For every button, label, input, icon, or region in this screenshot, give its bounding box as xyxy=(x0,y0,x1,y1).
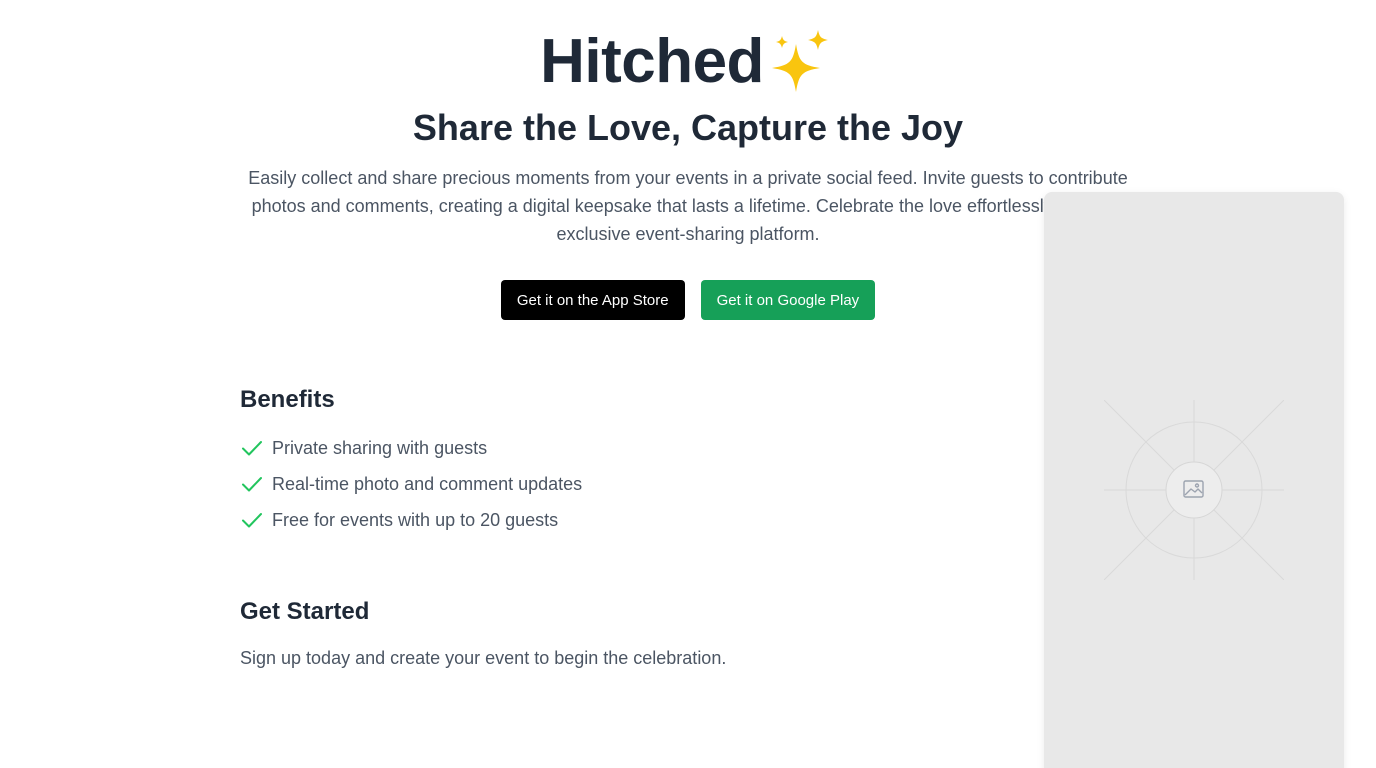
benefit-label: Free for events with up to 20 guests xyxy=(272,509,559,530)
image-placeholder-icon xyxy=(1104,400,1284,580)
sparkles-icon xyxy=(771,30,828,92)
check-icon xyxy=(242,513,262,528)
hero-description: Easily collect and share precious moment… xyxy=(248,168,1128,244)
get-started-text: Sign up today and create your event to b… xyxy=(240,648,727,668)
list-item: Private sharing with guests xyxy=(240,430,582,466)
benefit-label: Private sharing with guests xyxy=(272,437,488,458)
check-icon xyxy=(242,477,262,492)
get-started-heading: Get Started xyxy=(240,598,370,625)
brand-title: Hitched xyxy=(0,26,1376,98)
app-preview-placeholder xyxy=(1044,192,1344,768)
benefit-label: Real-time photo and comment updates xyxy=(272,473,583,494)
list-item: Real-time photo and comment updates xyxy=(240,466,582,502)
landing-page: Hitched Share the Love, Capture the Joy … xyxy=(0,0,1376,768)
check-icon xyxy=(242,441,262,456)
app-store-button[interactable]: Get it on the App Store xyxy=(500,280,685,320)
google-play-button[interactable]: Get it on Google Play xyxy=(700,280,876,320)
brand-name: Hitched xyxy=(540,27,764,96)
benefits-list: Private sharing with guests Real-time ph… xyxy=(240,430,582,538)
list-item: Free for events with up to 20 guests xyxy=(240,502,582,538)
benefits-heading: Benefits xyxy=(240,386,335,413)
tagline: Share the Love, Capture the Joy xyxy=(412,107,964,148)
